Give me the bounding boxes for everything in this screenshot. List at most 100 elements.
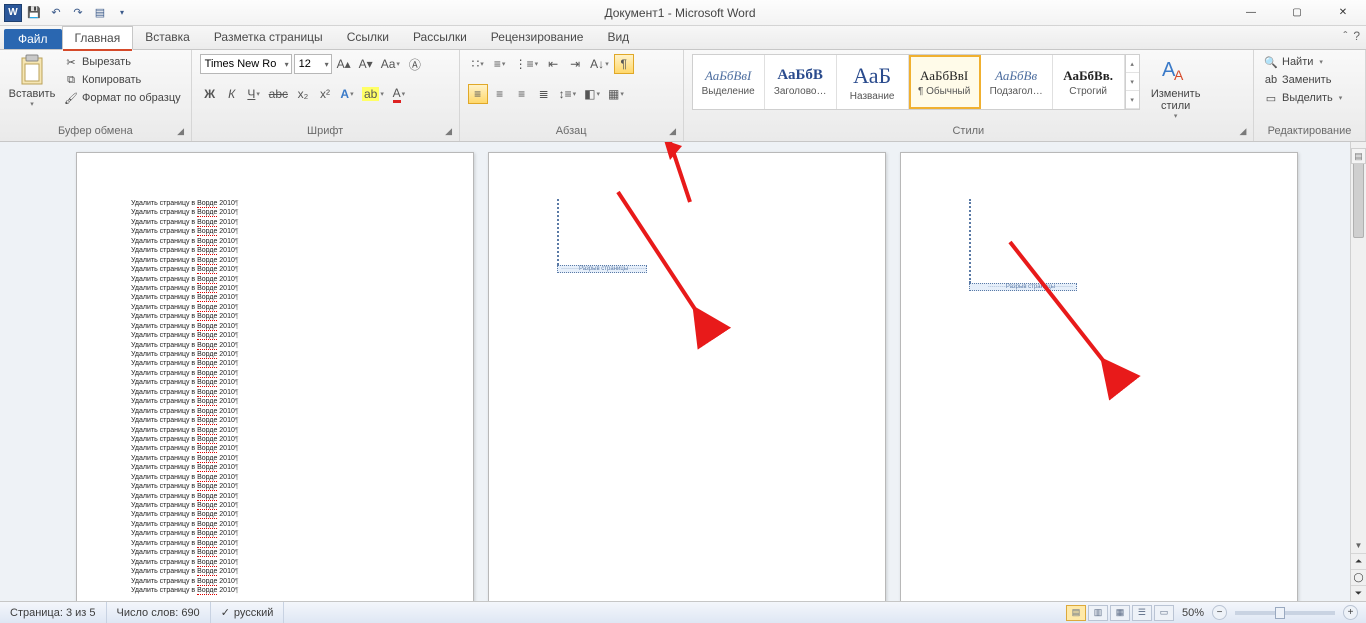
borders-button[interactable]: ▦: [605, 84, 627, 104]
minimize-button[interactable]: —: [1228, 0, 1274, 26]
increase-indent-button[interactable]: ⇥: [565, 54, 585, 74]
text-line[interactable]: Удалить страницу в Ворде 2010¶: [131, 265, 419, 274]
text-line[interactable]: Удалить страницу в Ворде 2010¶: [131, 558, 419, 567]
ruler-toggle[interactable]: ▤: [1351, 148, 1366, 164]
zoom-out-button[interactable]: −: [1212, 605, 1227, 620]
style-item[interactable]: АаБНазвание: [837, 55, 909, 109]
style-item[interactable]: АаБбВвПодзагол…: [981, 55, 1053, 109]
text-line[interactable]: Удалить страницу в Ворде 2010¶: [131, 246, 419, 255]
cut-button[interactable]: ✂Вырезать: [62, 54, 183, 70]
styles-gallery-more[interactable]: ▴▾▾: [1125, 55, 1139, 109]
justify-button[interactable]: ≣: [534, 84, 554, 104]
outline-view[interactable]: ☰: [1132, 605, 1152, 621]
text-line[interactable]: Удалить страницу в Ворде 2010¶: [131, 284, 419, 293]
styles-dialog-launcher[interactable]: ◢: [1237, 125, 1249, 137]
qat-dropdown-icon[interactable]: ▾: [112, 3, 132, 23]
status-page[interactable]: Страница: 3 из 5: [0, 602, 107, 623]
style-item[interactable]: АаБбВЗаголово…: [765, 55, 837, 109]
text-line[interactable]: Удалить страницу в Ворде 2010¶: [131, 378, 419, 387]
text-line[interactable]: Удалить страницу в Ворде 2010¶: [131, 359, 419, 368]
scroll-track[interactable]: [1351, 158, 1366, 537]
change-case-button[interactable]: Aa: [378, 54, 403, 74]
text-line[interactable]: Удалить страницу в Ворде 2010¶: [131, 388, 419, 397]
tab-вид[interactable]: Вид: [595, 26, 641, 49]
zoom-knob[interactable]: [1275, 607, 1285, 619]
browse-object-button[interactable]: ◯: [1351, 569, 1366, 585]
copy-button[interactable]: ⧉Копировать: [62, 72, 183, 88]
text-line[interactable]: Удалить страницу в Ворде 2010¶: [131, 256, 419, 265]
shrink-font-button[interactable]: A▾: [356, 54, 376, 74]
text-line[interactable]: Удалить страницу в Ворде 2010¶: [131, 567, 419, 576]
underline-button[interactable]: Ч: [244, 84, 264, 104]
help-icon[interactable]: ?: [1353, 29, 1360, 43]
status-language[interactable]: ✓русский: [211, 602, 285, 623]
style-item[interactable]: АаБбВвІ¶ Обычный: [909, 55, 981, 109]
document-area[interactable]: Удалить страницу в Ворде 2010¶Удалить ст…: [0, 142, 1350, 601]
decrease-indent-button[interactable]: ⇤: [543, 54, 563, 74]
text-line[interactable]: Удалить страницу в Ворде 2010¶: [131, 529, 419, 538]
highlight-button[interactable]: ab: [359, 84, 387, 104]
text-line[interactable]: Удалить страницу в Ворде 2010¶: [131, 501, 419, 510]
web-layout-view[interactable]: ▦: [1110, 605, 1130, 621]
text-line[interactable]: Удалить страницу в Ворде 2010¶: [131, 548, 419, 557]
status-word-count[interactable]: Число слов: 690: [107, 602, 211, 623]
tab-рассылки[interactable]: Рассылки: [401, 26, 479, 49]
file-tab[interactable]: Файл: [4, 29, 62, 49]
strikethrough-button[interactable]: abc: [266, 84, 291, 104]
paragraph-dialog-launcher[interactable]: ◢: [667, 125, 679, 137]
text-line[interactable]: Удалить страницу в Ворде 2010¶: [131, 520, 419, 529]
maximize-button[interactable]: ▢: [1274, 0, 1320, 26]
style-item[interactable]: АаБбВв.Строгий: [1053, 55, 1125, 109]
page-2[interactable]: ·········Разрыв страницы·········: [488, 152, 886, 601]
text-line[interactable]: Удалить страницу в Ворде 2010¶: [131, 322, 419, 331]
text-line[interactable]: Удалить страницу в Ворде 2010¶: [131, 199, 419, 208]
print-layout-view[interactable]: ▤: [1066, 605, 1086, 621]
redo-icon[interactable]: ↷: [68, 3, 88, 23]
vertical-scrollbar[interactable]: ▲ ▼ ⏶ ◯ ⏷: [1350, 142, 1366, 601]
replace-button[interactable]: abЗаменить: [1262, 72, 1344, 88]
text-line[interactable]: Удалить страницу в Ворде 2010¶: [131, 293, 419, 302]
draft-view[interactable]: ▭: [1154, 605, 1174, 621]
font-dialog-launcher[interactable]: ◢: [443, 125, 455, 137]
shading-button[interactable]: ◧: [581, 84, 603, 104]
text-line[interactable]: Удалить страницу в Ворде 2010¶: [131, 435, 419, 444]
text-line[interactable]: Удалить страницу в Ворде 2010¶: [131, 275, 419, 284]
styles-gallery[interactable]: АаБбВвІВыделениеАаБбВЗаголово…АаБНазвани…: [692, 54, 1140, 110]
tab-главная[interactable]: Главная: [62, 26, 134, 50]
format-painter-button[interactable]: 🖌Формат по образцу: [62, 90, 183, 106]
text-line[interactable]: Удалить страницу в Ворде 2010¶: [131, 444, 419, 453]
zoom-slider[interactable]: [1235, 611, 1335, 615]
text-line[interactable]: Удалить страницу в Ворде 2010¶: [131, 577, 419, 586]
show-marks-button[interactable]: ¶: [614, 54, 634, 74]
text-line[interactable]: Удалить страницу в Ворде 2010¶: [131, 208, 419, 217]
subscript-button[interactable]: x₂: [293, 84, 313, 104]
paste-button[interactable]: Вставить ▾: [8, 54, 56, 108]
scroll-down-button[interactable]: ▼: [1351, 537, 1366, 553]
align-right-button[interactable]: ≡: [512, 84, 532, 104]
text-line[interactable]: Удалить страницу в Ворде 2010¶: [131, 350, 419, 359]
text-line[interactable]: Удалить страницу в Ворде 2010¶: [131, 407, 419, 416]
bold-button[interactable]: Ж: [200, 84, 220, 104]
text-line[interactable]: Удалить страницу в Ворде 2010¶: [131, 426, 419, 435]
sort-button[interactable]: A↓: [587, 54, 612, 74]
font-name-combo[interactable]: Times New Ro: [200, 54, 292, 74]
zoom-in-button[interactable]: +: [1343, 605, 1358, 620]
align-left-button[interactable]: ≡: [468, 84, 488, 104]
text-effects-button[interactable]: A: [337, 84, 357, 104]
full-screen-view[interactable]: ▥: [1088, 605, 1108, 621]
text-line[interactable]: Удалить страницу в Ворде 2010¶: [131, 397, 419, 406]
change-styles-button[interactable]: AA Изменить стили ▾: [1146, 54, 1206, 120]
text-line[interactable]: Удалить страницу в Ворде 2010¶: [131, 473, 419, 482]
tab-разметка страницы[interactable]: Разметка страницы: [202, 26, 335, 49]
find-button[interactable]: 🔍Найти▾: [1262, 54, 1344, 70]
page-1[interactable]: Удалить страницу в Ворде 2010¶Удалить ст…: [76, 152, 474, 601]
clipboard-dialog-launcher[interactable]: ◢: [175, 125, 187, 137]
font-size-combo[interactable]: 12: [294, 54, 332, 74]
text-line[interactable]: Удалить страницу в Ворде 2010¶: [131, 237, 419, 246]
line-spacing-button[interactable]: ↕≡: [556, 84, 580, 104]
text-line[interactable]: Удалить страницу в Ворде 2010¶: [131, 454, 419, 463]
align-center-button[interactable]: ≡: [490, 84, 510, 104]
style-item[interactable]: АаБбВвІВыделение: [693, 55, 765, 109]
text-line[interactable]: Удалить страницу в Ворде 2010¶: [131, 463, 419, 472]
text-line[interactable]: Удалить страницу в Ворде 2010¶: [131, 312, 419, 321]
